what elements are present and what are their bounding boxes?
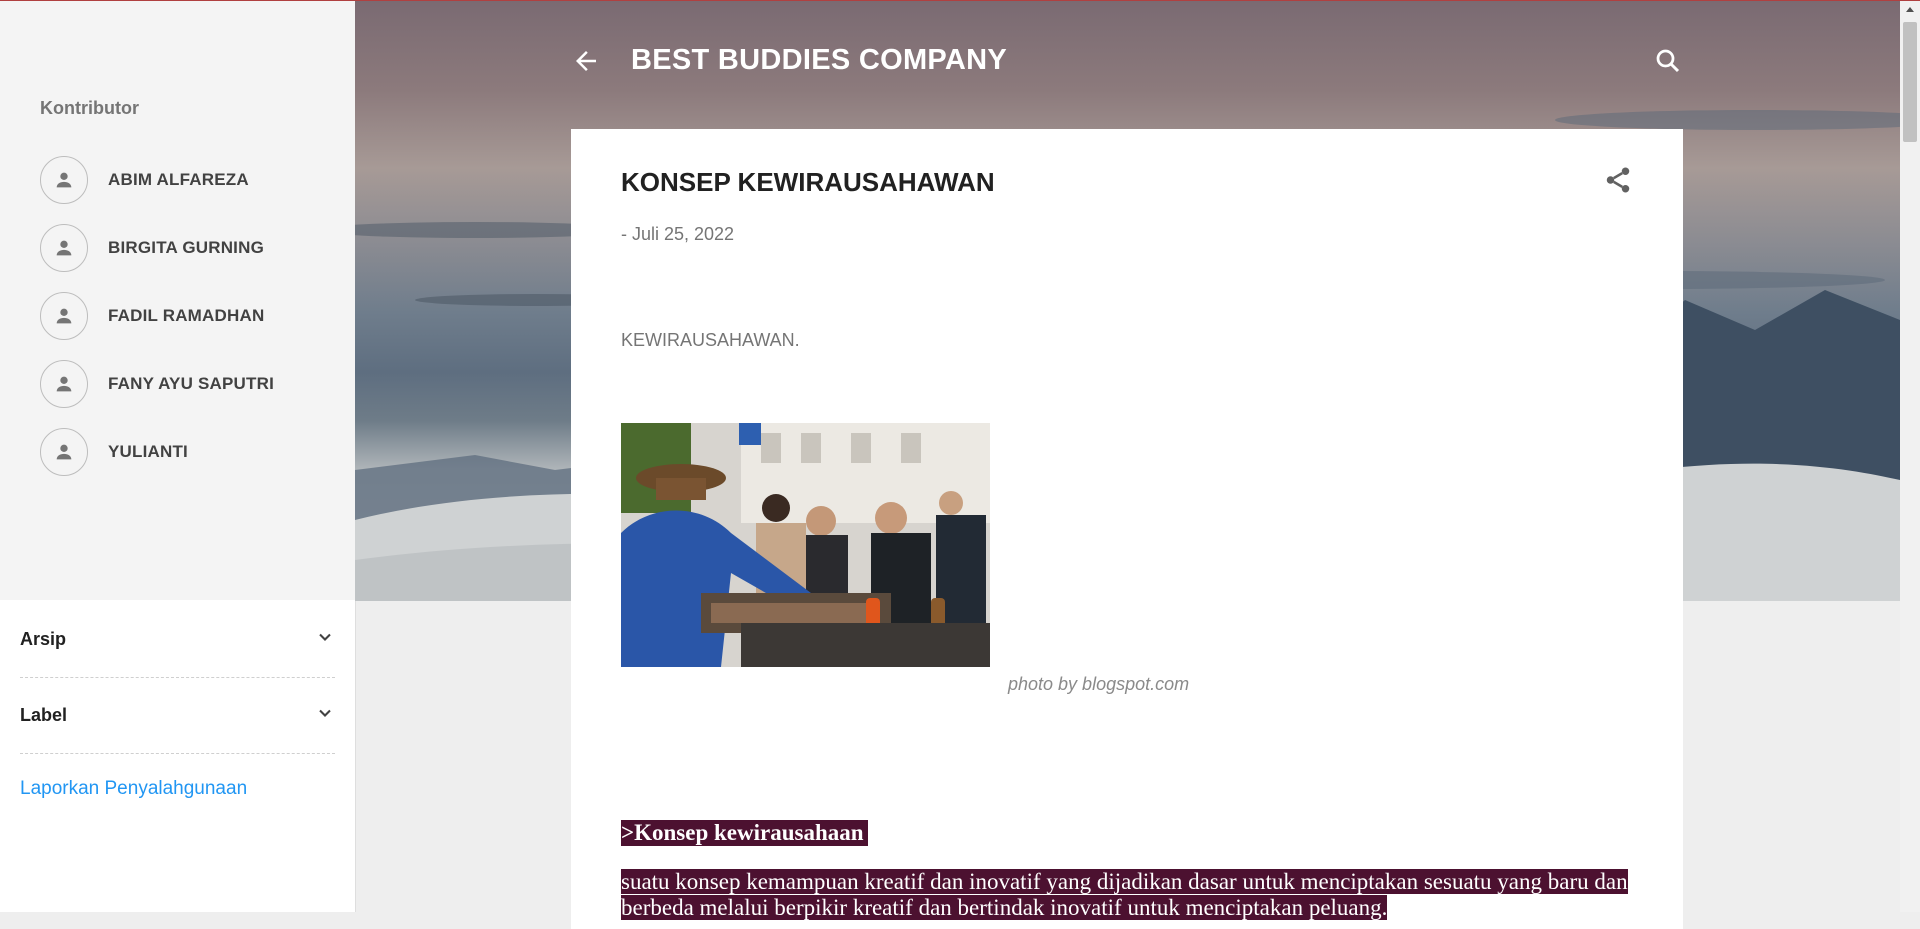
contributor-item[interactable]: FADIL RAMADHAN <box>40 282 274 350</box>
share-icon[interactable] <box>1603 165 1633 195</box>
label-toggle[interactable]: Label <box>20 677 335 754</box>
photo-caption: photo by blogspot.com <box>1008 674 1190 694</box>
person-icon <box>40 292 88 340</box>
contributors-list: ABIM ALFAREZA BIRGITA GURNING FADIL RAMA… <box>40 146 274 486</box>
chevron-down-icon <box>315 703 335 728</box>
report-abuse-link[interactable]: Laporkan Penyalahgunaan <box>20 778 247 800</box>
chevron-down-icon <box>315 627 335 652</box>
archive-toggle[interactable]: Arsip <box>20 601 335 678</box>
post-title: KONSEP KEWIRAUSAHAWAN <box>621 167 995 197</box>
post-card: KONSEP KEWIRAUSAHAWAN - Juli 25, 2022 KE… <box>571 129 1683 929</box>
post-photo[interactable] <box>621 423 990 667</box>
scrollbar-thumb[interactable] <box>1903 22 1917 142</box>
person-icon <box>40 360 88 408</box>
post-date[interactable]: - Juli 25, 2022 <box>621 224 734 245</box>
blog-title[interactable]: BEST BUDDIES COMPANY <box>631 44 1007 77</box>
contributor-name: BIRGITA GURNING <box>108 238 264 257</box>
label-title: Label <box>20 704 68 725</box>
contributors-title: Kontributor <box>40 98 139 118</box>
back-arrow-icon[interactable] <box>571 46 601 76</box>
sidebar: Kontributor ABIM ALFAREZA BIRGITA GURNIN… <box>0 0 356 912</box>
contributor-item[interactable]: FANY AYU SAPUTRI <box>40 350 274 418</box>
person-icon <box>40 224 88 272</box>
sidebar-widgets: Arsip Label <box>0 600 355 912</box>
person-icon <box>40 156 88 204</box>
scroll-up-icon <box>1906 7 1914 12</box>
archive-title: Arsip <box>20 628 67 649</box>
contributor-name: FADIL RAMADHAN <box>108 306 265 325</box>
person-icon <box>40 428 88 476</box>
contributor-item[interactable]: YULIANTI <box>40 418 274 486</box>
post-lead: KEWIRAUSAHAWAN. <box>621 330 800 350</box>
contributor-name: YULIANTI <box>108 442 188 461</box>
contributors-widget: Kontributor ABIM ALFAREZA BIRGITA GURNIN… <box>0 0 355 600</box>
post-body: suatu konsep kemampuan kreatif dan inova… <box>621 869 1631 921</box>
contributor-name: ABIM ALFAREZA <box>108 170 249 189</box>
contributor-name: FANY AYU SAPUTRI <box>108 374 274 393</box>
contributor-item[interactable]: ABIM ALFAREZA <box>40 146 274 214</box>
top-accent-line <box>0 0 1920 1</box>
search-icon[interactable] <box>1653 46 1683 76</box>
post-body-text: suatu konsep kemampuan kreatif dan inova… <box>621 869 1628 920</box>
section-heading: >Konsep kewirausahaan <box>621 820 868 846</box>
blog-header: BEST BUDDIES COMPANY <box>571 38 1683 88</box>
contributor-item[interactable]: BIRGITA GURNING <box>40 214 274 282</box>
